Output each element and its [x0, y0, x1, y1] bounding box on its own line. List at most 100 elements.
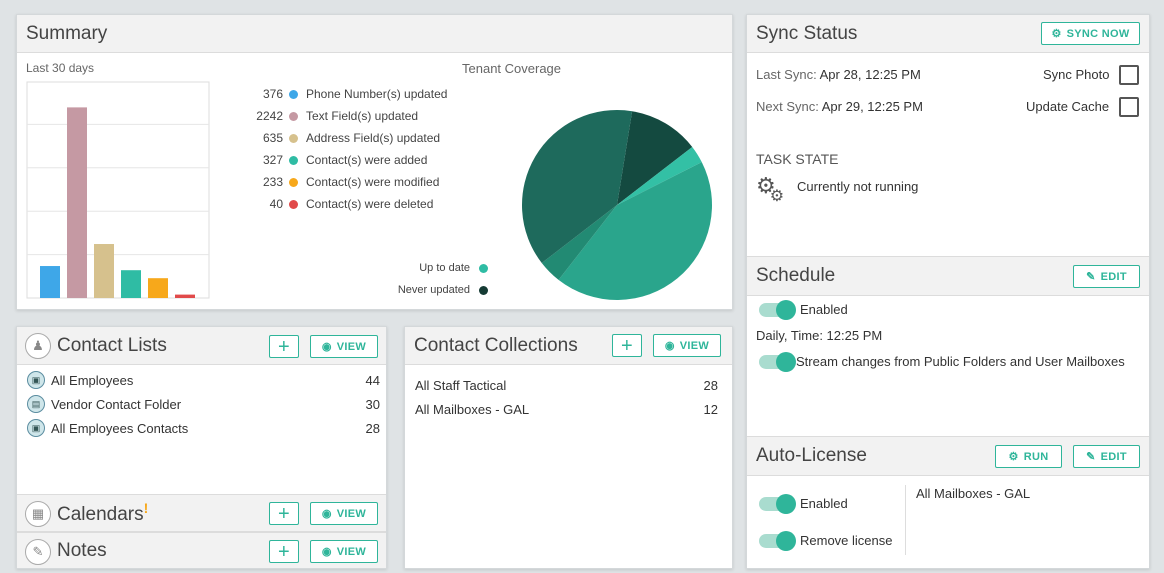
contact-list-row[interactable]: ▣ All Employees 44: [27, 368, 380, 392]
contact-list-row[interactable]: ▣ All Employees Contacts 28: [27, 416, 380, 440]
bar-chart-frame: [26, 81, 210, 299]
collection-row[interactable]: All Staff Tactical 28: [415, 373, 718, 397]
legend-dot: [289, 111, 298, 121]
contact-lists-title: Contact Lists: [57, 334, 167, 356]
legend-dot: [289, 155, 298, 165]
auto-license-enabled-label: Enabled: [800, 496, 848, 511]
collection-count: 28: [703, 377, 718, 393]
gear-icon: ⚙: [1008, 451, 1019, 463]
contact-list-name: Vendor Contact Folder: [51, 396, 182, 412]
auto-license-divider: [905, 485, 906, 555]
schedule-edit-button[interactable]: ✎ EDIT: [1073, 265, 1140, 288]
view-notes-button[interactable]: ◉ VIEW: [310, 540, 378, 563]
legend-row: 635 Address Field(s) updated: [237, 127, 440, 149]
collection-row[interactable]: All Mailboxes - GAL 12: [415, 397, 718, 421]
schedule-time: Daily, Time: 12:25 PM: [756, 328, 883, 343]
legend-label: Contact(s) were added: [306, 153, 428, 167]
legend-value: 327: [262, 153, 283, 167]
sync-photo-checkbox[interactable]: [1119, 65, 1139, 85]
contact-list-count: 30: [365, 396, 380, 412]
summary-period: Last 30 days: [26, 61, 95, 75]
contact-lists-header: ♟ Contact Lists + ◉ VIEW: [17, 327, 386, 365]
bar: [175, 294, 195, 298]
collection-count: 12: [703, 401, 718, 417]
calendars-title: Calendars!: [57, 500, 148, 526]
legend-value: 2242: [256, 109, 283, 123]
add-calendar-button[interactable]: +: [269, 502, 299, 525]
legend-label: Contact(s) were deleted: [306, 197, 434, 211]
contact-list-row[interactable]: ▤ Vendor Contact Folder 30: [27, 392, 380, 416]
auto-license-edit-button[interactable]: ✎ EDIT: [1073, 445, 1140, 468]
next-sync-label: Next Sync:: [756, 99, 819, 114]
pie-legend-dot: [479, 285, 488, 295]
remove-license-label: Remove license: [800, 533, 893, 548]
legend-dot: [289, 89, 298, 99]
contact-list-count: 28: [365, 420, 380, 436]
legend-value: 376: [262, 87, 283, 101]
view-label: VIEW: [679, 339, 710, 352]
next-sync-value: Apr 29, 12:25 PM: [821, 99, 923, 114]
view-contact-lists-button[interactable]: ◉ VIEW: [310, 335, 378, 358]
add-collection-button[interactable]: +: [612, 334, 642, 357]
stream-changes-toggle[interactable]: [759, 352, 796, 372]
add-contact-list-button[interactable]: +: [269, 335, 299, 358]
last-sync: Last Sync: Apr 28, 12:25 PM: [756, 67, 921, 82]
stream-changes-label: Stream changes from Public Folders and U…: [796, 354, 1125, 369]
auto-license-title: Auto-License: [756, 445, 867, 466]
legend-value: 40: [269, 197, 283, 211]
contact-collections-card: Contact Collections + ◉ VIEW All Staff Ta…: [404, 326, 733, 569]
add-note-button[interactable]: +: [269, 540, 299, 563]
sync-status-header: Sync Status ⚙ SYNC NOW: [747, 15, 1149, 53]
summary-card: Summary Last 30 days 376 Phone Number(s) …: [16, 14, 733, 310]
sync-now-button[interactable]: ⚙ SYNC NOW: [1041, 22, 1140, 45]
schedule-enabled-label: Enabled: [800, 302, 848, 317]
view-collections-button[interactable]: ◉ VIEW: [653, 334, 721, 357]
bar: [148, 278, 168, 298]
notes-header: ✎ Notes + ◉ VIEW: [17, 532, 386, 568]
contact-collections-title: Contact Collections: [414, 334, 578, 356]
legend-dot: [289, 177, 298, 187]
pencil-icon: ✎: [1086, 271, 1096, 283]
view-label: VIEW: [336, 340, 367, 353]
bar: [94, 244, 114, 298]
edit-label: EDIT: [1100, 270, 1127, 283]
contacts-group-icon: ♟: [25, 333, 51, 359]
pencil-icon: ✎: [1086, 451, 1096, 463]
schedule-title: Schedule: [756, 265, 836, 286]
calendar-icon: ▦: [25, 501, 51, 527]
legend-value: 635: [262, 131, 283, 145]
gears-icon: ⚙⚙: [756, 173, 785, 205]
directory-icon: ▣: [27, 371, 45, 389]
bar-chart: [26, 81, 210, 299]
task-state-label: TASK STATE: [756, 151, 839, 167]
update-cache-checkbox[interactable]: [1119, 97, 1139, 117]
last-sync-label: Last Sync:: [756, 67, 817, 82]
notes-title: Notes: [57, 540, 107, 561]
legend-dot: [289, 199, 298, 209]
view-calendars-button[interactable]: ◉ VIEW: [310, 502, 378, 525]
legend-label: Address Field(s) updated: [306, 131, 441, 145]
summary-title: Summary: [26, 22, 108, 44]
pie-legend-label: Up to date: [419, 262, 470, 274]
remove-license-toggle[interactable]: [759, 531, 796, 551]
eye-icon: ◉: [664, 340, 675, 352]
auto-license-target: All Mailboxes - GAL: [916, 486, 1031, 501]
pie-legend-row: Never updated: [398, 284, 488, 296]
auto-license-enabled-toggle[interactable]: [759, 494, 796, 514]
legend-label: Text Field(s) updated: [306, 109, 419, 123]
collection-name: All Staff Tactical: [415, 377, 507, 393]
sync-now-label: SYNC NOW: [1066, 27, 1130, 40]
eye-icon: ◉: [321, 508, 332, 520]
next-sync: Next Sync: Apr 29, 12:25 PM: [756, 99, 923, 114]
update-cache-label: Update Cache: [1026, 99, 1110, 114]
legend-row: 40 Contact(s) were deleted: [237, 193, 434, 215]
last-sync-value: Apr 28, 12:25 PM: [819, 67, 921, 82]
notes-pencil-icon: ✎: [25, 539, 51, 565]
legend-row: 2242 Text Field(s) updated: [237, 105, 418, 127]
task-state-value: Currently not running: [797, 179, 919, 194]
legend-dot: [289, 133, 298, 143]
gear-icon: ⚙: [1051, 28, 1062, 40]
auto-license-run-button[interactable]: ⚙ RUN: [995, 445, 1062, 468]
view-label: VIEW: [336, 507, 367, 520]
schedule-enabled-toggle[interactable]: [759, 300, 796, 320]
